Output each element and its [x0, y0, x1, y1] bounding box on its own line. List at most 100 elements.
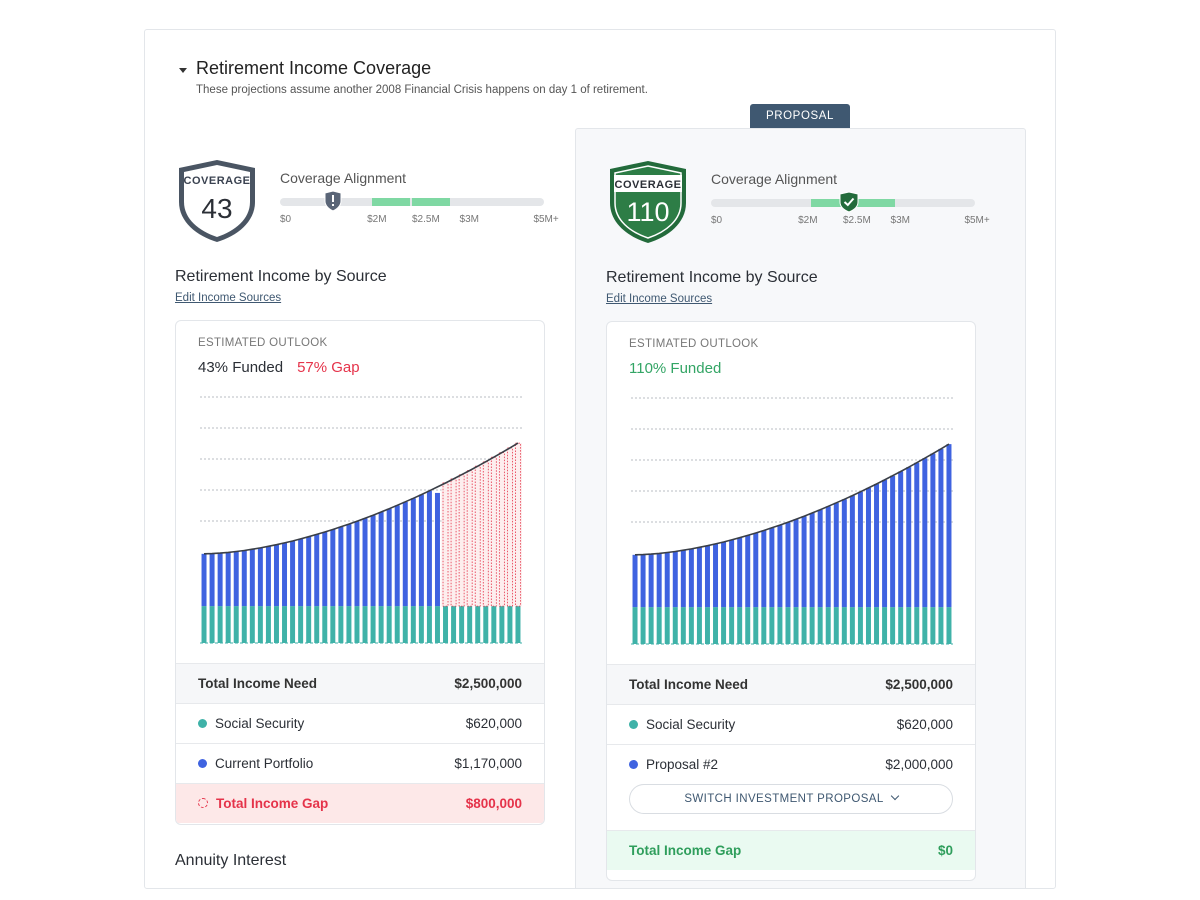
portfolio-bar [769, 527, 775, 608]
edit-income-sources-link[interactable]: Edit Income Sources [175, 292, 281, 304]
tick-label: $2M [798, 215, 818, 226]
portfolio-bar [849, 495, 855, 608]
portfolio-bar [402, 501, 408, 607]
portfolio-bar [906, 467, 912, 608]
portfolio-bar [298, 538, 304, 607]
social-security-bar [922, 607, 928, 644]
gap-text: 57% Gap [297, 359, 360, 376]
social-security-bar [825, 607, 831, 644]
social-security-bar [857, 607, 863, 644]
alignment-track [280, 198, 544, 206]
social-security-bar [769, 607, 775, 644]
collapse-caret-icon[interactable] [179, 68, 187, 73]
switch-label: SWITCH INVESTMENT PROPOSAL [684, 793, 884, 805]
row-value: $2,000,000 [885, 757, 953, 772]
row-value: $620,000 [896, 717, 953, 732]
switch-investment-proposal-button[interactable]: SWITCH INVESTMENT PROPOSAL [629, 784, 953, 814]
alignment-warning-marker-icon [324, 190, 342, 212]
outlook-card: ESTIMATED OUTLOOK 43% Funded 57% Gap Tota… [175, 320, 545, 825]
social-security-bar [201, 606, 207, 643]
portfolio-bar [434, 492, 440, 607]
social-security-bar [434, 606, 440, 643]
coverage-shield-icon: COVERAGE 43 [179, 160, 255, 242]
income-breakdown: Total Income Need $2,500,000 Social Secu… [607, 664, 975, 870]
tick-label: $0 [280, 214, 292, 225]
social-security-bar [737, 607, 743, 644]
portfolio-bar [785, 522, 791, 608]
tick-label: $3M [459, 214, 479, 225]
income-source-title: Retirement Income by Source [606, 269, 818, 286]
social-security-bar [713, 607, 719, 644]
portfolio-bar [217, 553, 223, 607]
tick-label: $2.5M [843, 215, 871, 226]
portfolio-bar [632, 554, 638, 608]
portfolio-bar [322, 532, 328, 607]
social-security-bar [753, 607, 759, 644]
portfolio-bar [201, 553, 207, 607]
teal-dot-icon [198, 719, 207, 728]
portfolio-bar [640, 554, 646, 608]
tick-label: $3M [890, 215, 910, 226]
portfolio-bar [426, 490, 432, 607]
social-security-bar [298, 606, 304, 643]
portfolio-bar [857, 491, 863, 608]
portfolio-bar [825, 506, 831, 608]
portfolio-bar [394, 505, 400, 607]
portfolio-bar [833, 502, 839, 608]
portfolio-row: Proposal #2 $2,000,000 [607, 744, 975, 784]
social-security-bar [282, 606, 288, 643]
social-security-bar [680, 607, 686, 644]
coverage-card: Retirement Income Coverage These project… [144, 29, 1056, 889]
alignment-ticks: $0 $2M $2.5M $3M $5M+ [711, 215, 990, 229]
social-security-bar [290, 606, 296, 643]
row-label: Proposal #2 [629, 757, 718, 772]
social-security-bar [817, 607, 823, 644]
portfolio-bar [282, 542, 288, 607]
social-security-bar [233, 606, 239, 643]
social-security-bar [499, 606, 505, 643]
social-security-bar [370, 606, 376, 643]
portfolio-bar [753, 533, 759, 608]
portfolio-bar [225, 552, 231, 607]
portfolio-bar [410, 498, 416, 607]
portfolio-bar [938, 448, 944, 608]
social-security-bar [322, 606, 328, 643]
row-value: $1,170,000 [454, 756, 522, 771]
portfolio-bar [898, 471, 904, 608]
row-label: Total Income Gap [629, 843, 742, 858]
blue-dot-icon [198, 759, 207, 768]
social-security-bar [209, 606, 215, 643]
portfolio-bar [241, 550, 247, 607]
funded-summary: 43% Funded 57% Gap [198, 359, 360, 376]
alignment-ticks: $0 $2M $2.5M $3M $5M+ [280, 214, 559, 228]
portfolio-bar [378, 511, 384, 607]
social-security-bar [849, 607, 855, 644]
social-security-bar [898, 607, 904, 644]
social-security-bar [346, 606, 352, 643]
social-security-bar [483, 606, 489, 643]
row-value: $620,000 [465, 716, 522, 731]
current-panel: COVERAGE 43 Coverage Alignment $0 $2M $2.5… [145, 128, 596, 888]
switch-proposal-wrap: SWITCH INVESTMENT PROPOSAL [607, 784, 975, 830]
social-security-bar [491, 606, 497, 643]
social-security-bar [938, 607, 944, 644]
outlook-label: ESTIMATED OUTLOOK [629, 338, 759, 350]
social-security-bar [338, 606, 344, 643]
edit-income-sources-link[interactable]: Edit Income Sources [606, 293, 712, 305]
portfolio-bar [418, 494, 424, 607]
portfolio-bar [306, 536, 312, 607]
chevron-down-icon [890, 791, 899, 801]
alignment-title: Coverage Alignment [711, 171, 838, 187]
social-security-bar [696, 607, 702, 644]
portfolio-bar [930, 453, 936, 608]
social-security-bar [410, 606, 416, 643]
portfolio-bar [249, 549, 255, 607]
portfolio-bar [865, 487, 871, 608]
alignment-title: Coverage Alignment [280, 170, 407, 186]
portfolio-bar [745, 535, 751, 608]
social-security-bar [354, 606, 360, 643]
portfolio-bar [793, 519, 799, 608]
social-security-bar [443, 606, 449, 643]
row-label: Social Security [198, 716, 304, 731]
social-security-bar [217, 606, 223, 643]
